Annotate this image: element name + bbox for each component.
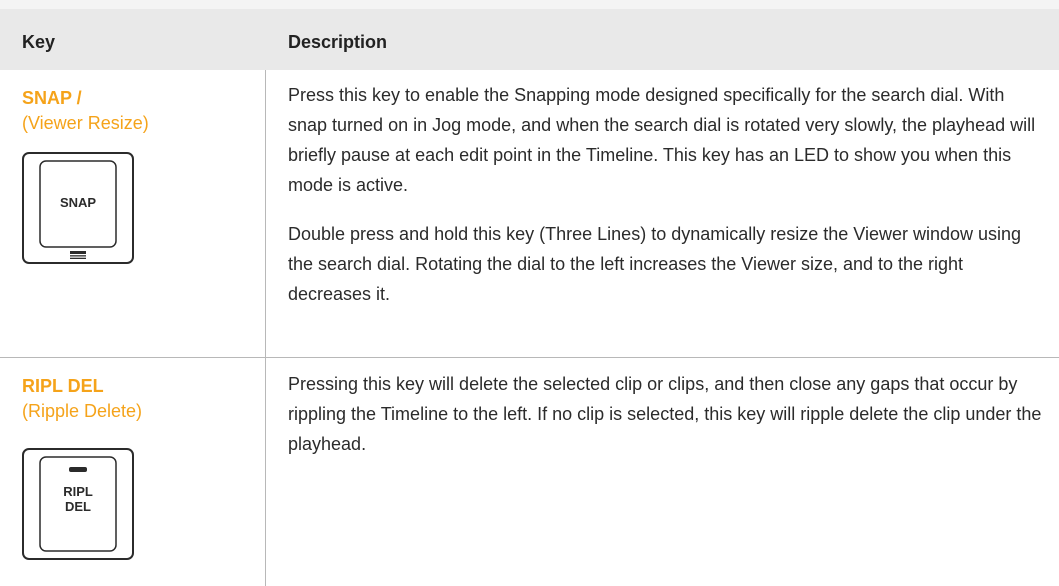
key-description-table: Key Description SNAP / (Viewer Resize) S… bbox=[0, 0, 1059, 586]
key-sub-ripple-delete: (Ripple Delete) bbox=[22, 401, 143, 421]
snap-key-icon: SNAP bbox=[22, 152, 134, 264]
table-header: Key Description bbox=[0, 9, 1059, 70]
ripl-del-key-icon: RIPL DEL bbox=[22, 448, 134, 560]
key-sub-viewer-resize: (Viewer Resize) bbox=[22, 113, 149, 133]
snap-description-1: Press this key to enable the Snapping mo… bbox=[288, 85, 1036, 195]
ripl-del-key-label-line1: RIPL bbox=[63, 484, 93, 499]
top-band bbox=[0, 0, 1059, 9]
row-divider bbox=[0, 357, 1059, 358]
key-name-snap: SNAP / bbox=[22, 88, 82, 108]
snap-key-label: SNAP bbox=[59, 195, 97, 210]
ripl-del-description: Pressing this key will delete the select… bbox=[288, 374, 1042, 454]
column-divider bbox=[265, 70, 266, 586]
key-name-ripl-del: RIPL DEL bbox=[22, 376, 104, 396]
snap-description-2: Double press and hold this key (Three Li… bbox=[288, 224, 1022, 304]
header-description: Description bbox=[288, 32, 388, 52]
header-key: Key bbox=[22, 32, 56, 52]
ripl-del-key-label-line2: DEL bbox=[65, 499, 91, 514]
